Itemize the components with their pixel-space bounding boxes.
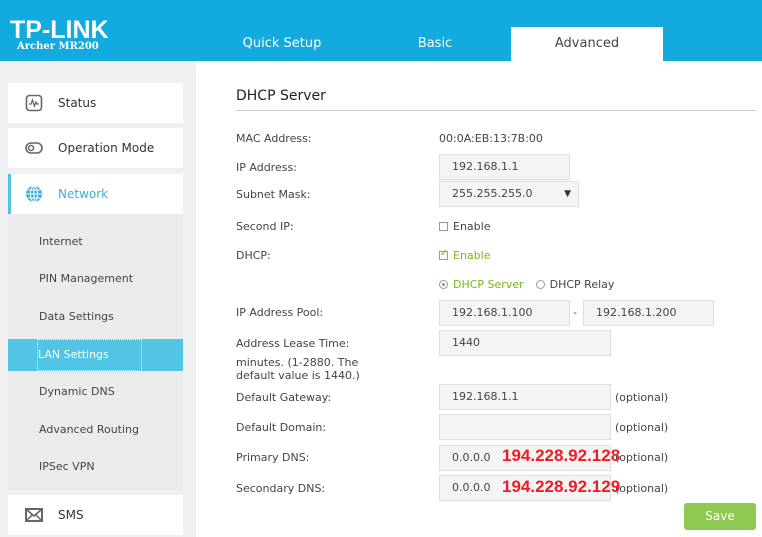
tab-advanced[interactable]: Advanced [511,27,663,61]
second-ip-checkbox[interactable]: Enable [439,220,490,233]
optional-note: (optional) [615,451,669,464]
subitem-label: IPSec VPN [39,460,95,473]
gateway-label: Default Gateway: [236,391,332,404]
sidebar-item-label: SMS [58,508,84,522]
sidebar-subitem-data-settings[interactable]: Data Settings [8,301,183,333]
sidebar-subitem-dynamic-dns[interactable]: Dynamic DNS [8,376,183,408]
lease-note-2: default value is 1440.) [236,369,360,382]
sidebar-subitem-pin-management[interactable]: PIN Management [8,263,183,295]
pool-end-input[interactable]: 192.168.1.200 [583,300,714,326]
checkbox-checked-icon[interactable]: ✓ [439,248,448,260]
subitem-label: PIN Management [39,272,134,285]
primary-dns-label: Primary DNS: [236,451,310,464]
status-icon [25,94,43,112]
sidebar-subitem-lan-settings[interactable]: LAN Settings [8,339,183,371]
model-name: Archer MR200 [17,41,99,52]
sidebar-item-label: Network [58,187,109,201]
radio-selected-icon[interactable] [439,280,448,289]
dhcp-label: DHCP: [236,249,271,262]
dhcp-enable-label: Enable [453,249,491,262]
sidebar-item-operation-mode[interactable]: Operation Mode [8,128,183,168]
lease-time-input[interactable]: 1440 [439,330,611,356]
divider [236,110,756,111]
save-button[interactable]: Save [684,503,756,530]
sidebar-subitem-internet[interactable]: Internet [8,226,183,258]
sidebar-item-label: Operation Mode [58,141,155,155]
default-gateway-input[interactable]: 192.168.1.1 [439,384,611,410]
sidebar-item-sms[interactable]: SMS [8,495,183,535]
secondary-dns-annotation: 194.228.92.129 [502,477,621,496]
subitem-label: Data Settings [39,310,114,323]
secondary-dns-label: Secondary DNS: [236,482,326,495]
lease-note-1: minutes. (1-2880. The [236,356,359,369]
envelope-icon [25,508,43,522]
subitem-label: Advanced Routing [39,423,140,436]
ip-address-input[interactable]: 192.168.1.1 [439,154,570,180]
dhcp-checkbox[interactable]: ✓ Enable [439,248,491,262]
mac-label: MAC Address: [236,132,312,145]
mac-value: 00:0A:EB:13:7B:00 [439,132,543,145]
pool-separator: - [573,306,577,319]
subnet-mask-select[interactable]: 255.255.255.0 ▼ [439,181,579,207]
sidebar-item-network[interactable]: Network [8,174,183,214]
radio-dhcp-relay[interactable]: DHCP Relay [535,278,615,291]
second-ip-enable-label: Enable [453,220,491,233]
sidebar-subitem-ipsec-vpn[interactable]: IPSec VPN [8,451,183,483]
pool-start-input[interactable]: 192.168.1.100 [439,300,570,326]
primary-dns-annotation: 194.228.92.128 [502,446,621,465]
second-ip-label: Second IP: [236,220,294,233]
subnet-value: 255.255.255.0 [452,187,533,200]
checkbox-icon[interactable] [439,222,448,231]
pool-label: IP Address Pool: [236,306,324,319]
page-title: DHCP Server [236,88,326,104]
tab-quick-setup[interactable]: Quick Setup [206,27,358,61]
default-domain-input[interactable] [439,414,611,440]
optional-note: (optional) [615,391,669,404]
operation-mode-icon [25,142,43,154]
subnet-label: Subnet Mask: [236,188,311,201]
globe-icon [26,185,42,203]
subitem-label: Internet [39,235,83,248]
optional-note: (optional) [615,421,669,434]
sidebar-item-status[interactable]: Status [8,83,183,123]
lease-label: Address Lease Time: [236,337,350,350]
sidebar-item-label: Status [58,96,97,110]
radio-label: DHCP Server [453,278,524,291]
chevron-down-icon: ▼ [564,189,571,199]
subitem-label: LAN Settings [37,339,142,371]
ip-label: IP Address: [236,161,297,174]
domain-label: Default Domain: [236,421,327,434]
radio-icon[interactable] [535,280,545,289]
radio-label: DHCP Relay [549,278,615,291]
sidebar-subitem-advanced-routing[interactable]: Advanced Routing [8,414,183,446]
optional-note: (optional) [615,482,669,495]
subitem-label: Dynamic DNS [39,385,115,398]
radio-dhcp-server[interactable]: DHCP Server [439,278,524,291]
dhcp-mode-radios: DHCP Server DHCP Relay [439,278,614,291]
tab-basic[interactable]: Basic [359,27,511,61]
